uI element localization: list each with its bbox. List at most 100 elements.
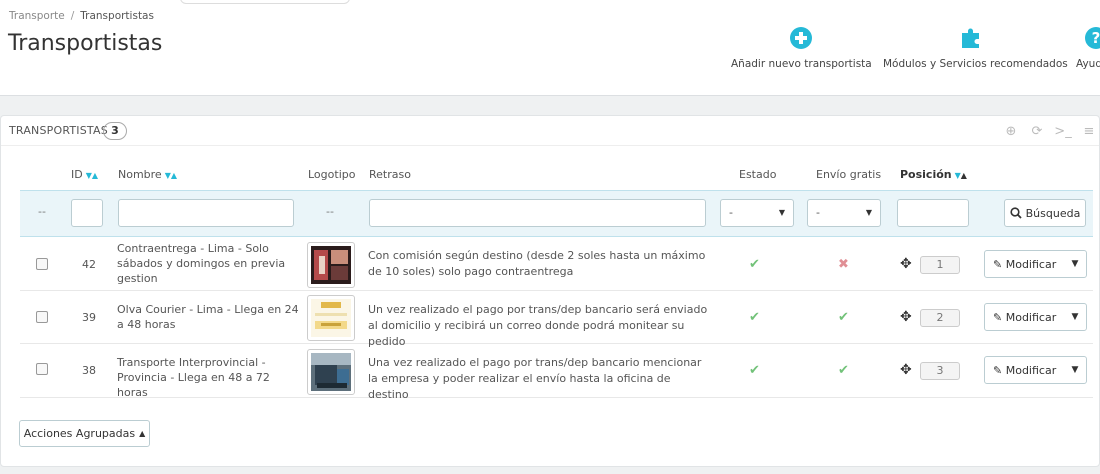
pencil-icon: ✎ [993, 363, 1003, 377]
recommended-modules-label: Módulos y Servicios recomendados [883, 58, 1068, 70]
row-id: 38 [82, 364, 96, 377]
page-title: Transportistas [8, 31, 163, 56]
column-header-id[interactable]: ID ▼▲ [71, 168, 98, 181]
column-header-name-label: Nombre [118, 168, 162, 181]
page-header: Transporte / Transportistas Transportistas… [0, 0, 1100, 96]
row-checkbox[interactable] [36, 258, 48, 270]
panel-title: TRANSPORTISTAS [9, 124, 108, 137]
column-header-free-shipping: Envío gratis [816, 168, 882, 181]
help-button[interactable]: ? Ayuda [1076, 26, 1100, 70]
breadcrumb: Transporte / Transportistas [9, 10, 154, 22]
carrier-logo-image [311, 299, 351, 337]
add-new-icon[interactable]: ⊕ [1001, 121, 1021, 141]
filter-free-shipping-select[interactable]: - ▼ [807, 199, 881, 227]
free-shipping-disabled-icon[interactable]: ✖ [838, 257, 849, 272]
modify-label-text: Modificar [1005, 310, 1057, 324]
modify-label: ✎ Modificar [985, 258, 1064, 271]
modify-label-text: Modificar [1005, 363, 1057, 377]
filter-logo-placeholder: -- [326, 205, 334, 218]
breadcrumb-parent[interactable]: Transporte [9, 10, 65, 22]
sort-arrows-icon[interactable]: ▼▲ [955, 171, 967, 180]
plus-circle-icon [790, 27, 812, 49]
row-delay: Con comisión según destino (desde 2 sole… [368, 249, 706, 278]
carrier-logo-image [311, 246, 351, 284]
filter-delay-input[interactable] [369, 199, 706, 227]
drag-move-icon[interactable]: ✥ [900, 309, 912, 325]
help-label: Ayuda [1076, 58, 1100, 70]
row-position: 1 [920, 256, 960, 274]
column-header-logo: Logotipo [308, 168, 356, 181]
modify-label: ✎ Modificar [985, 311, 1064, 324]
pencil-icon: ✎ [993, 257, 1003, 271]
pencil-icon: ✎ [993, 310, 1003, 324]
column-header-status: Estado [739, 168, 777, 181]
row-name: Contraentrega - Lima - Solo sábados y do… [117, 242, 286, 285]
recommended-modules-button[interactable]: Módulos y Servicios recomendados [883, 26, 1068, 70]
carrier-count-badge: 3 [103, 122, 127, 140]
column-header-position[interactable]: Posición ▼▲ [900, 168, 967, 181]
row-delay: Una vez realizado el pago por trans/dep … [368, 356, 702, 401]
carrier-logo-image [311, 353, 351, 391]
filter-name-input[interactable] [118, 199, 294, 227]
add-carrier-button[interactable]: Añadir nuevo transportista [731, 26, 872, 70]
modify-button[interactable]: ✎ Modificar ▼ [984, 356, 1087, 384]
modify-label: ✎ Modificar [985, 364, 1064, 377]
row-id: 42 [82, 258, 96, 271]
caret-down-icon[interactable]: ▼ [1064, 312, 1086, 322]
carrier-logo [307, 295, 355, 341]
caret-down-icon: ▼ [865, 208, 872, 217]
status-enabled-icon[interactable]: ✔ [749, 257, 760, 272]
row-checkbox[interactable] [36, 363, 48, 375]
filter-status-select[interactable]: - ▼ [720, 199, 794, 227]
column-header-id-label: ID [71, 168, 83, 181]
table-row: 38 Transporte Interprovincial - Provinci… [20, 344, 1093, 401]
carrier-logo [307, 349, 355, 395]
sort-arrows-icon[interactable]: ▼▲ [165, 171, 177, 180]
svg-text:?: ? [1092, 29, 1100, 47]
drag-move-icon[interactable]: ✥ [900, 362, 912, 378]
status-enabled-icon[interactable]: ✔ [749, 310, 760, 325]
filter-id-input[interactable] [71, 199, 103, 227]
sql-query-icon[interactable]: >_ [1053, 121, 1073, 141]
row-position: 3 [920, 362, 960, 380]
modify-label-text: Modificar [1005, 257, 1057, 271]
bulk-actions-button[interactable]: Acciones Agrupadas ▲ [19, 420, 150, 447]
caret-down-icon[interactable]: ▼ [1064, 259, 1086, 269]
row-name: Transporte Interprovincial - Provincia -… [117, 356, 270, 399]
row-position: 2 [920, 309, 960, 327]
row-id: 39 [82, 311, 96, 324]
search-bar-edge[interactable] [180, 0, 350, 4]
row-delay: Un vez realizado el pago por trans/dep b… [368, 303, 708, 348]
breadcrumb-current: Transportistas [80, 10, 154, 22]
free-shipping-enabled-icon[interactable]: ✔ [838, 310, 849, 325]
column-header-delay: Retraso [369, 168, 411, 181]
sort-arrows-icon[interactable]: ▼▲ [86, 171, 98, 180]
drag-move-icon[interactable]: ✥ [900, 256, 912, 272]
filter-row: -- -- - ▼ - ▼ Búsqueda [20, 190, 1093, 237]
panel-heading: TRANSPORTISTAS 3 ⊕ ⟳ >_ ≡ [1, 116, 1099, 146]
database-icon[interactable]: ≡ [1079, 121, 1099, 141]
table-row: 39 Olva Courier - Lima - Llega en 24 a 4… [20, 291, 1093, 348]
refresh-icon[interactable]: ⟳ [1027, 121, 1047, 141]
puzzle-icon [962, 28, 979, 48]
caret-down-icon: ▼ [778, 208, 785, 217]
search-button[interactable]: Búsqueda [1004, 199, 1086, 227]
add-carrier-label: Añadir nuevo transportista [731, 58, 872, 70]
filter-checkbox-placeholder: -- [38, 205, 46, 218]
bulk-actions-label: Acciones Agrupadas [23, 427, 136, 440]
column-header-position-label: Posición [900, 168, 952, 181]
modify-button[interactable]: ✎ Modificar ▼ [984, 250, 1087, 278]
caret-down-icon[interactable]: ▼ [1064, 365, 1086, 375]
status-enabled-icon[interactable]: ✔ [749, 363, 760, 378]
column-header-name[interactable]: Nombre ▼▲ [118, 168, 177, 181]
breadcrumb-separator: / [70, 10, 75, 22]
carrier-logo [307, 242, 355, 288]
caret-up-icon: ▲ [139, 429, 146, 438]
row-checkbox[interactable] [36, 311, 48, 323]
filter-free-shipping-value: - [816, 206, 820, 219]
modify-button[interactable]: ✎ Modificar ▼ [984, 303, 1087, 331]
panel-tools: ⊕ ⟳ >_ ≡ [1001, 121, 1099, 141]
question-circle-icon: ? [1085, 27, 1100, 49]
filter-position-input[interactable] [897, 199, 969, 227]
free-shipping-enabled-icon[interactable]: ✔ [838, 363, 849, 378]
